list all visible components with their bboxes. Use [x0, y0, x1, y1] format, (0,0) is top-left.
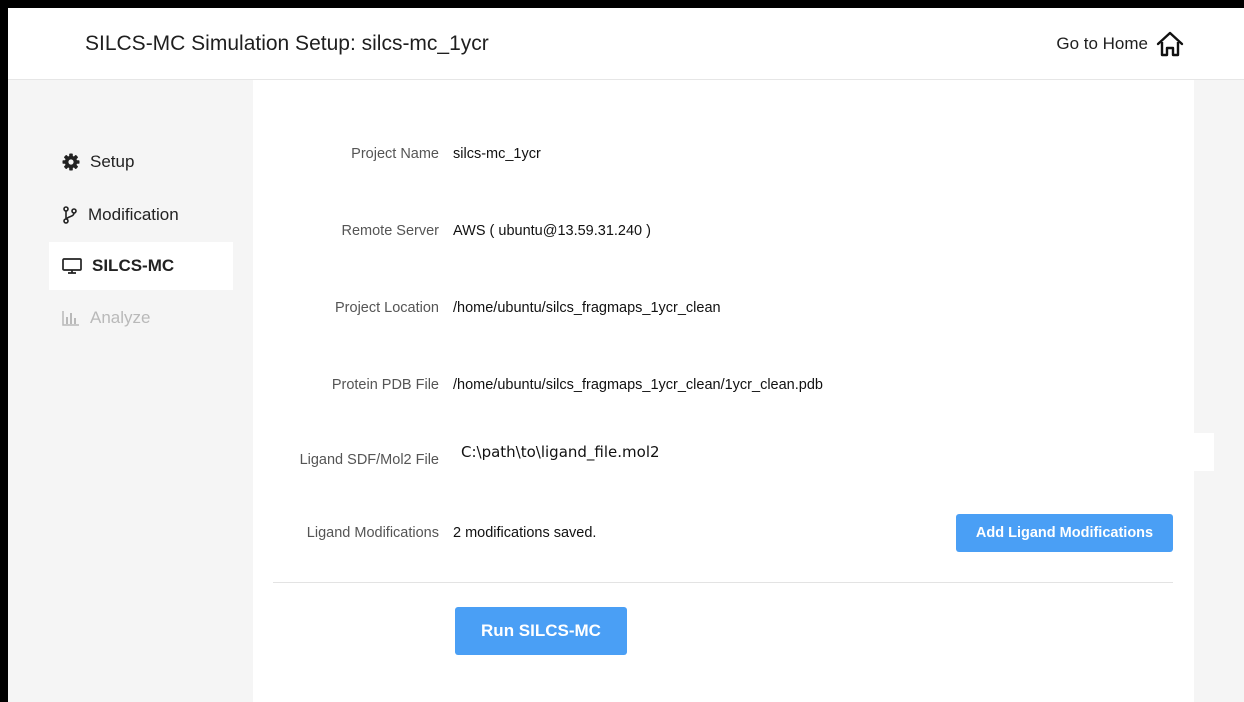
- divider: [273, 582, 1173, 583]
- protein-pdb-label: Protein PDB File: [331, 377, 439, 393]
- remote-server-label: Remote Server: [341, 223, 439, 239]
- sidebar-item-label: SILCS-MC: [92, 256, 175, 275]
- protein-pdb-row: Protein PDB File /home/ubuntu/silcs_frag…: [253, 370, 1194, 400]
- app-window: SILCS-MC Simulation Setup: silcs-mc_1ycr…: [8, 8, 1244, 702]
- gear-icon: [62, 153, 80, 171]
- project-name-label: Project Name: [351, 146, 439, 162]
- branch-icon: [62, 206, 78, 224]
- ligand-input-overflow: [1194, 433, 1214, 471]
- ligand-mods-label: Ligand Modifications: [306, 525, 439, 541]
- project-location-value: /home/ubuntu/silcs_fragmaps_1ycr_clean: [453, 300, 721, 316]
- home-icon: [1156, 31, 1184, 57]
- ligand-file-row: Ligand SDF/Mol2 File: [253, 433, 1213, 475]
- main-panel: Project Name silcs-mc_1ycr Remote Server…: [253, 80, 1213, 702]
- sidebar-item-analyze: Analyze: [49, 294, 233, 342]
- protein-pdb-value: /home/ubuntu/silcs_fragmaps_1ycr_clean/1…: [453, 377, 823, 393]
- sidebar-item-silcs-mc[interactable]: SILCS-MC: [49, 242, 233, 290]
- project-location-label: Project Location: [335, 300, 439, 316]
- remote-server-value: AWS ( ubuntu@13.59.31.240 ): [453, 223, 651, 239]
- add-ligand-modifications-button[interactable]: Add Ligand Modifications: [956, 514, 1173, 552]
- home-label: Go to Home: [1056, 34, 1148, 53]
- ligand-mods-value: 2 modifications saved.: [453, 525, 597, 541]
- sidebar-item-label: Setup: [90, 152, 135, 171]
- go-to-home-link[interactable]: Go to Home: [1056, 8, 1184, 80]
- project-name-value: silcs-mc_1ycr: [453, 146, 541, 162]
- run-silcs-mc-button[interactable]: Run SILCS-MC: [455, 607, 627, 655]
- sidebar: Setup Modification SILCS-MC Analyze: [8, 80, 253, 702]
- sidebar-item-modification[interactable]: Modification: [49, 191, 233, 239]
- sidebar-item-setup[interactable]: Setup: [49, 138, 233, 186]
- ligand-file-input[interactable]: [455, 433, 1213, 471]
- ligand-file-label: Ligand SDF/Mol2 File: [299, 452, 439, 468]
- monitor-icon: [62, 257, 82, 275]
- sidebar-item-label: Modification: [88, 205, 179, 224]
- remote-server-row: Remote Server AWS ( ubuntu@13.59.31.240 …: [253, 216, 1194, 246]
- project-location-row: Project Location /home/ubuntu/silcs_frag…: [253, 293, 1194, 323]
- project-name-row: Project Name silcs-mc_1ycr: [253, 139, 1194, 169]
- bar-chart-icon: [62, 310, 80, 326]
- sidebar-item-label: Analyze: [90, 308, 151, 327]
- page-title: SILCS-MC Simulation Setup: silcs-mc_1ycr: [85, 32, 489, 55]
- header-bar: SILCS-MC Simulation Setup: silcs-mc_1ycr…: [8, 8, 1244, 80]
